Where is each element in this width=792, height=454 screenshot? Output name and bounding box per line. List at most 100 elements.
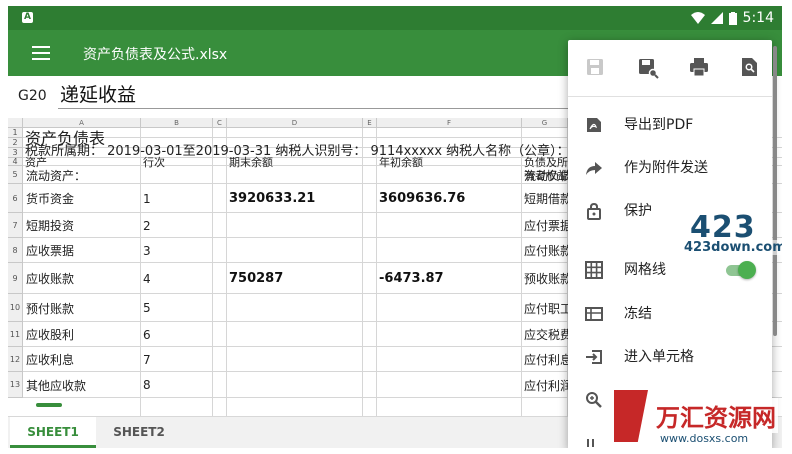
- cell-ending-balance[interactable]: [229, 294, 359, 322]
- cell-liability-name[interactable]: 应付票据: [524, 213, 568, 238]
- cell-beginning-balance[interactable]: [379, 213, 519, 238]
- cell-asset-name[interactable]: 应收利息: [26, 347, 138, 372]
- cell-asset-name[interactable]: 货币资金: [26, 184, 138, 213]
- watermark-423down: 423 423down.com: [684, 210, 782, 260]
- menu-scrollbar[interactable]: [773, 46, 777, 336]
- cell-line-number[interactable]: 5: [143, 294, 209, 322]
- cell-asset-name[interactable]: 其他应收款: [26, 372, 138, 398]
- cell-beginning-balance[interactable]: [379, 322, 519, 347]
- row-header[interactable]: 8: [8, 238, 23, 263]
- cell-asset-name[interactable]: 应收账款: [26, 263, 138, 294]
- share-icon: [586, 162, 602, 175]
- status-icons: 5:14: [690, 6, 774, 30]
- cell-reference: G20: [18, 88, 47, 104]
- menu-icon[interactable]: [32, 46, 50, 60]
- column-header[interactable]: E: [363, 118, 377, 128]
- tab-sheet1[interactable]: SHEET1: [10, 417, 96, 448]
- cell-beginning-balance[interactable]: [379, 347, 519, 372]
- column-gridline: [140, 128, 141, 416]
- cell-line-number[interactable]: 7: [143, 347, 209, 372]
- cell-ending-balance[interactable]: [229, 347, 359, 372]
- cell-asset-name[interactable]: 应收股利: [26, 322, 138, 347]
- menu-item-label: 保护: [624, 203, 652, 219]
- column-header-corner[interactable]: [8, 118, 23, 128]
- cell-line-number[interactable]: 4: [143, 263, 209, 294]
- row-header[interactable]: 11: [8, 322, 23, 347]
- cell-liability-name[interactable]: 预收账款: [524, 263, 568, 294]
- cell-liability-name[interactable]: 应交税费: [524, 322, 568, 347]
- watermark-url: 423down.com: [684, 240, 782, 255]
- column-header[interactable]: C: [213, 118, 227, 128]
- row-header[interactable]: 10: [8, 294, 23, 322]
- cell-liability-name[interactable]: 应付职工: [524, 294, 568, 322]
- menu-item-send-attachment[interactable]: 作为附件发送: [568, 147, 772, 189]
- cell-line-number[interactable]: 2: [143, 213, 209, 238]
- cell-line-number[interactable]: 8: [143, 372, 209, 398]
- cell-ending-balance[interactable]: [229, 322, 359, 347]
- cell-beginning-balance[interactable]: [379, 238, 519, 263]
- column-header[interactable]: G: [522, 118, 568, 128]
- cell-beginning-balance[interactable]: 3609636.76: [379, 184, 519, 213]
- column-gridline: [226, 128, 227, 416]
- row-header[interactable]: 9: [8, 263, 23, 294]
- cell-ending-balance[interactable]: [229, 238, 359, 263]
- menu-item-label: 网格线: [624, 262, 666, 278]
- watermark-logo-shape: [614, 390, 648, 442]
- cell-asset-name[interactable]: 预付账款: [26, 294, 138, 322]
- row-header[interactable]: 2: [8, 138, 23, 148]
- cell-ending-balance[interactable]: [229, 213, 359, 238]
- menu-item-freeze[interactable]: 冻结: [568, 293, 772, 335]
- wifi-icon: [690, 12, 705, 24]
- column-header[interactable]: D: [227, 118, 363, 128]
- cell-asset-name[interactable]: 流动资产：: [26, 166, 138, 184]
- cell-ending-balance[interactable]: 3920633.21: [229, 184, 359, 213]
- cell-liability-name[interactable]: 应付利息: [524, 347, 568, 372]
- column-gridline: [376, 128, 377, 416]
- watermark-logo-text: 万汇资源网: [654, 398, 778, 433]
- cell-ending-balance[interactable]: 750287: [229, 263, 359, 294]
- cell-beginning-balance[interactable]: -6473.87: [379, 263, 519, 294]
- menu-item-export-pdf[interactable]: 导出到PDF: [568, 104, 772, 146]
- print-icon[interactable]: [686, 54, 712, 80]
- row-header[interactable]: 4: [8, 157, 23, 166]
- row-header[interactable]: 7: [8, 213, 23, 238]
- cell-ending-balance[interactable]: [229, 166, 359, 184]
- cell-line-number[interactable]: [143, 166, 209, 184]
- row-header[interactable]: 12: [8, 347, 23, 372]
- menu-item-label: 导出到PDF: [624, 117, 694, 133]
- save-as-icon[interactable]: [634, 54, 660, 80]
- selection-handle[interactable]: [36, 403, 62, 407]
- find-icon[interactable]: [736, 54, 762, 80]
- gridlines-toggle[interactable]: [726, 261, 756, 279]
- column-header[interactable]: B: [141, 118, 213, 128]
- cell-liability-name[interactable]: 应付账款: [524, 238, 568, 263]
- cell-beginning-balance[interactable]: [379, 372, 519, 398]
- cell-liability-name[interactable]: 应付利润: [524, 372, 568, 398]
- cell-line-number[interactable]: 1: [143, 184, 209, 213]
- cell-liability-name[interactable]: 流动负债: [524, 166, 568, 184]
- cell-line-number[interactable]: 3: [143, 238, 209, 263]
- save-icon[interactable]: [582, 54, 608, 80]
- row-header[interactable]: 13: [8, 372, 23, 398]
- tab-sheet2[interactable]: SHEET2: [96, 417, 182, 448]
- cell-line-number[interactable]: 6: [143, 322, 209, 347]
- cell-asset-name[interactable]: 应收票据: [26, 238, 138, 263]
- more-icon: [587, 439, 594, 447]
- formula-input[interactable]: 递延收益: [58, 82, 580, 109]
- period-info-cell[interactable]: 税款所属期： 2019-03-01至2019-03-31 纳税人识别号： 911…: [25, 140, 570, 159]
- row-header[interactable]: 6: [8, 184, 23, 213]
- cell-liability-name[interactable]: 短期借款: [524, 184, 568, 213]
- cell-asset-name[interactable]: 短期投资: [26, 213, 138, 238]
- signal-icon: [710, 12, 723, 24]
- status-bar: A 5:14: [8, 6, 782, 30]
- cell-ending-balance[interactable]: [229, 372, 359, 398]
- column-header[interactable]: F: [377, 118, 522, 128]
- cell-beginning-balance[interactable]: [379, 166, 519, 184]
- lock-icon: [587, 202, 601, 220]
- menu-divider: [568, 96, 772, 97]
- row-header[interactable]: 1: [8, 128, 23, 138]
- cell-beginning-balance[interactable]: [379, 294, 519, 322]
- menu-item-label: 冻结: [624, 306, 652, 322]
- menu-item-enter-cell[interactable]: 进入单元格: [568, 336, 772, 378]
- row-header[interactable]: 5: [8, 166, 23, 184]
